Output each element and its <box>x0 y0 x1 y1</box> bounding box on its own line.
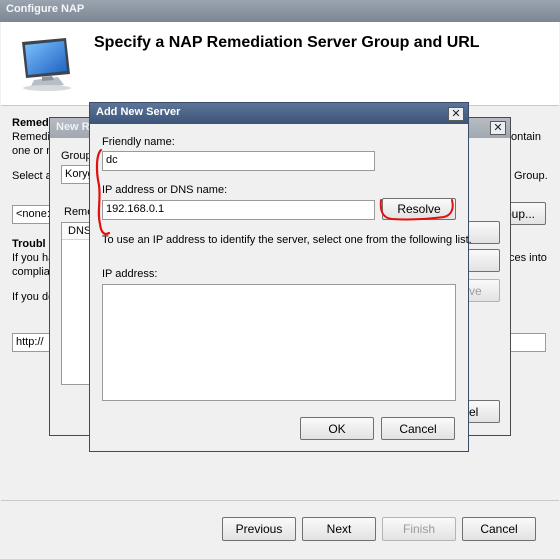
add-server-title: Add New Server <box>96 106 181 118</box>
monitor-icon <box>14 36 80 92</box>
trouble-desc-2: complia <box>12 266 50 278</box>
main-titlebar: Configure NAP <box>0 0 560 22</box>
middle-cancel-button[interactable]: el <box>468 400 500 423</box>
footer-separator <box>1 500 559 501</box>
hint-text: To use an IP address to identify the ser… <box>102 234 472 246</box>
middle-close-icon[interactable]: ✕ <box>490 121 506 135</box>
main-cancel-button[interactable]: Cancel <box>462 517 536 541</box>
ok-button[interactable]: OK <box>300 417 374 440</box>
middle-group-label: Group <box>61 150 92 162</box>
finish-button[interactable]: Finish <box>382 517 456 541</box>
middle-remove-button[interactable]: ve <box>468 279 500 302</box>
right-text-group: Group. <box>514 170 548 182</box>
url-value: http:// <box>16 336 44 348</box>
main-title: Configure NAP <box>6 3 85 15</box>
remediation-desc-1: Remedi <box>12 131 50 143</box>
previous-button[interactable]: Previous <box>222 517 296 541</box>
middle-edit-button[interactable] <box>468 249 500 272</box>
next-button[interactable]: Next <box>302 517 376 541</box>
url-field[interactable]: http:// <box>12 333 52 352</box>
group-select-value: <none: <box>16 208 50 220</box>
add-server-titlebar: Add New Server <box>90 103 468 124</box>
select-text: Select a <box>12 170 52 182</box>
ip-dns-label: IP address or DNS name: <box>102 184 228 196</box>
middle-list-header: DNS <box>62 223 91 240</box>
if-you-do-text: If you do <box>12 291 55 303</box>
add-new-server-dialog: Add New Server ✕ Friendly name: dc IP ad… <box>89 102 472 452</box>
resolve-button[interactable]: Resolve <box>382 198 456 220</box>
right-text-contain: ontain <box>511 131 541 143</box>
ip-address-list[interactable] <box>102 284 456 401</box>
page-heading: Specify a NAP Remediation Server Group a… <box>94 34 480 51</box>
remediation-label: Remed <box>12 117 49 129</box>
middle-add-button[interactable] <box>468 221 500 244</box>
close-icon[interactable]: ✕ <box>448 107 464 121</box>
friendly-name-label: Friendly name: <box>102 136 175 148</box>
friendly-name-field[interactable]: dc <box>102 151 375 171</box>
middle-server-list[interactable]: DNS <box>61 222 91 385</box>
add-server-cancel-button[interactable]: Cancel <box>381 417 455 440</box>
ip-address-label: IP address: <box>102 268 158 280</box>
ip-dns-field[interactable]: 192.168.0.1 <box>102 200 375 220</box>
middle-group-field[interactable]: Koryg <box>61 165 94 184</box>
url-field-right[interactable] <box>508 333 546 352</box>
middle-title: New R <box>56 121 90 133</box>
trouble-label: Troubl <box>12 238 46 250</box>
trouble-desc-1: If you ha <box>12 252 55 264</box>
right-text-ces: ces into <box>509 252 547 264</box>
